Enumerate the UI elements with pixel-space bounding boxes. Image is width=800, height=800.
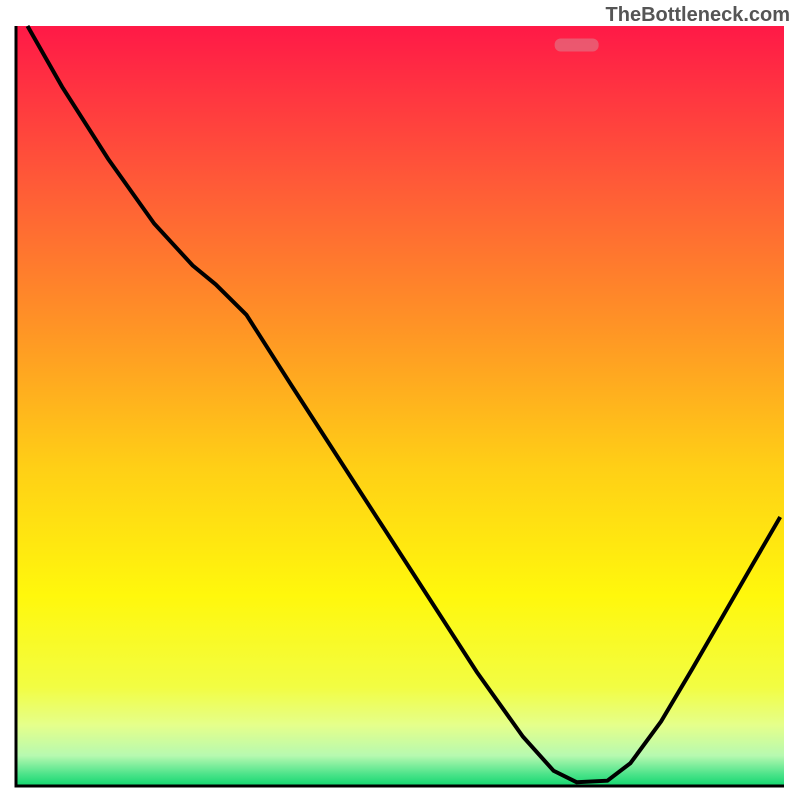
watermark-label: TheBottleneck.com	[606, 4, 790, 27]
chart-svg	[0, 0, 800, 800]
bottleneck-chart: TheBottleneck.com	[0, 0, 800, 800]
plot-background	[16, 26, 784, 786]
optimal-marker	[555, 39, 599, 52]
